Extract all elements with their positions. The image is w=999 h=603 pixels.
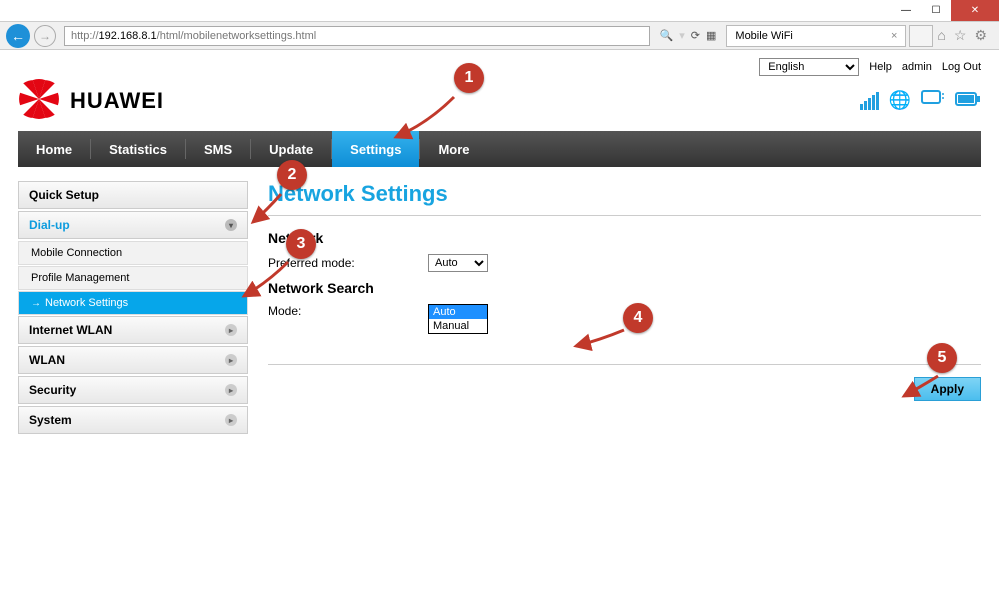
arrow-3 [238,258,292,305]
sidebar: Quick Setup Dial-up ▾ Mobile Connection … [18,181,248,436]
chevron-right-icon: ▸ [225,354,237,366]
sidebar-section-internet-wlan[interactable]: Internet WLAN ▸ [18,316,248,344]
search-icon[interactable]: 🔍 [660,29,674,42]
nav-home[interactable]: Home [18,131,90,167]
battery-icon [955,90,981,111]
signal-icon [860,92,879,110]
callout-5: 5 [927,343,957,373]
url-host: 192.168.8.1 [99,30,157,42]
status-icons: 🌐 [860,90,981,111]
window-close-button[interactable]: ✕ [951,0,999,21]
sidebar-item-network-settings[interactable]: Network Settings [18,291,248,315]
home-icon[interactable]: ⌂ [937,27,945,44]
browser-toolbar: ← → http://192.168.8.1/html/mobilenetwor… [0,22,999,50]
language-select[interactable]: English [759,58,859,76]
page-body: English Help admin Log Out HUAWEI [0,50,999,603]
arrow-1 [388,93,458,146]
sidebar-section-wlan[interactable]: WLAN ▸ [18,346,248,374]
help-link[interactable]: Help [869,61,892,73]
brand-name: HUAWEI [70,88,164,114]
mode-option-auto[interactable]: Auto [429,305,487,319]
logout-link[interactable]: Log Out [942,61,981,73]
chevron-right-icon: ▸ [225,414,237,426]
globe-icon: 🌐 [889,90,911,111]
addr-actions: 🔍 ▾ ⟳ ▦ [660,29,717,42]
arrow-5 [898,372,942,405]
callout-4: 4 [623,303,653,333]
forward-button[interactable]: → [34,25,56,47]
callout-1: 1 [454,63,484,93]
sidebar-item-profile-management[interactable]: Profile Management [18,266,248,290]
nav-statistics[interactable]: Statistics [91,131,185,167]
stop-icon[interactable]: ▦ [706,29,716,42]
sidebar-label: Quick Setup [29,188,99,202]
main-panel: Network Settings Network Preferred mode:… [268,181,981,436]
tab-title: Mobile WiFi [735,30,792,42]
favorites-icon[interactable]: ☆ [954,27,967,44]
wifi-clients-icon [921,90,945,111]
preferred-mode-label: Preferred mode: [268,256,428,270]
section-heading-network-search: Network Search [268,280,981,296]
new-tab-button[interactable] [909,25,933,47]
url-path: /html/mobilenetworksettings.html [157,30,317,42]
address-bar[interactable]: http://192.168.8.1/html/mobilenetworkset… [64,26,650,46]
refresh-icon[interactable]: ⟳ [691,29,700,42]
tab-close-icon[interactable]: × [891,30,897,42]
window-maximize-button[interactable]: ☐ [921,0,951,21]
callout-2: 2 [277,160,307,190]
chevron-right-icon: ▸ [225,384,237,396]
preferred-mode-select[interactable]: Auto [428,254,488,272]
sidebar-section-quick-setup[interactable]: Quick Setup [18,181,248,209]
user-label: admin [902,61,932,73]
arrow-2 [247,190,287,233]
window-minimize-button[interactable]: — [891,0,921,21]
sidebar-item-mobile-connection[interactable]: Mobile Connection [18,241,248,265]
sidebar-label: Internet WLAN [29,323,112,337]
browser-tab[interactable]: Mobile WiFi × [726,25,906,47]
sidebar-section-system[interactable]: System ▸ [18,406,248,434]
tools-icon[interactable]: ⚙ [974,27,987,44]
arrow-4 [570,326,628,359]
mode-option-manual[interactable]: Manual [429,319,487,333]
huawei-logo-icon [18,78,60,123]
sidebar-section-security[interactable]: Security ▸ [18,376,248,404]
mode-select-open[interactable]: Auto Manual [428,304,488,334]
sidebar-label: Dial-up [29,218,70,232]
sidebar-label: Security [29,383,76,397]
logo: HUAWEI [18,78,164,123]
sidebar-section-dialup[interactable]: Dial-up ▾ [18,211,248,239]
page-title: Network Settings [268,181,981,207]
mode-label: Mode: [268,304,428,318]
sidebar-label: WLAN [29,353,65,367]
window-titlebar: — ☐ ✕ [0,0,999,22]
main-nav: Home Statistics SMS Update Settings More [18,131,981,167]
nav-sms[interactable]: SMS [186,131,250,167]
url-prefix: http:// [71,30,99,42]
chevron-down-icon: ▾ [225,219,237,231]
section-heading-network: Network [268,230,981,246]
back-button[interactable]: ← [6,24,30,48]
sidebar-label: System [29,413,72,427]
chevron-right-icon: ▸ [225,324,237,336]
branding-row: HUAWEI 🌐 [18,78,981,123]
callout-3: 3 [286,229,316,259]
